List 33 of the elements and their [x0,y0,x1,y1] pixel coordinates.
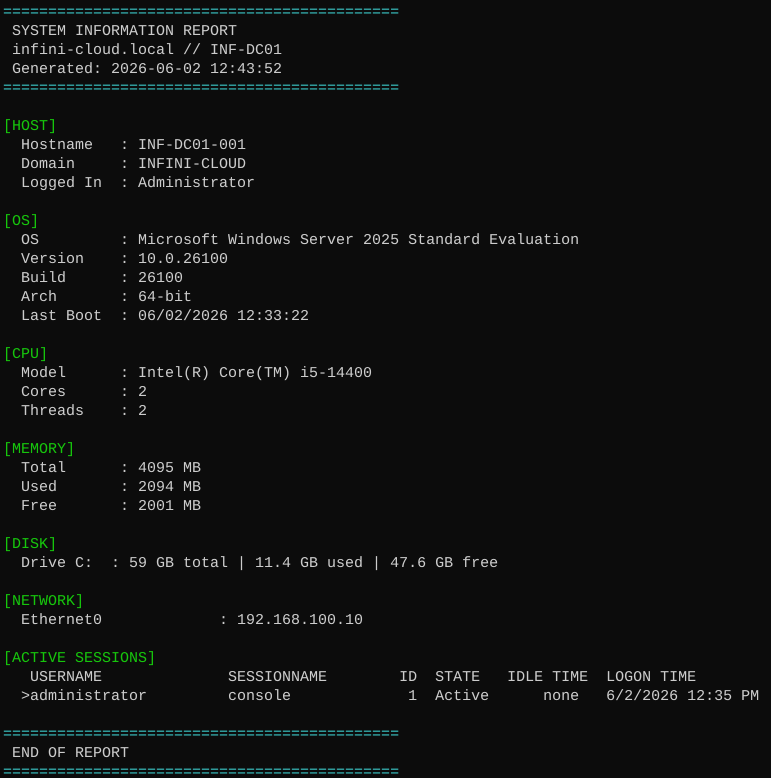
output-line: Total : 4095 MB [20,459,202,478]
output-line: USERNAME SESSIONNAME ID STATE IDLE TIME LOGON TIME [29,668,696,687]
output-line: Build : 26100 [20,269,184,288]
separator-line: ============================================ [3,79,400,98]
output-line: >administrator console 1 Active none 6/2/2026 12:35 PM [20,687,760,706]
output-line: Ethernet0 : 192.168.100.10 [20,611,364,630]
output-line: Used : 2094 MB [20,478,202,497]
output-line: Version : 10.0.26100 [20,250,228,269]
output-line: END OF REPORT [11,744,130,763]
output-line: infini-cloud.local // INF-DC01 [11,41,282,60]
output-line: OS : Microsoft Windows Server 2025 Standard Evaluation [20,231,580,250]
output-line: Threads : 2 [20,402,148,421]
output-line: SYSTEM INFORMATION REPORT [11,22,238,41]
output-line: Last Boot : 06/02/2026 12:33:22 [20,307,310,326]
output-line: Drive C: : 59 GB total | 11.4 GB used | 47.6 GB free [20,554,498,573]
separator-line: ============================================ [3,763,400,778]
separator-line: ============================================ [3,725,400,744]
output-line: Cores : 2 [20,383,148,402]
output-line: Generated: 2026-06-02 12:43:52 [11,60,282,79]
output-line: Arch : 64-bit [20,288,192,307]
separator-line: ============================================ [3,3,400,22]
section-heading: [NETWORK] [3,592,84,611]
section-heading: [CPU] [3,345,48,364]
section-heading: [DISK] [3,535,58,554]
output-line: Domain : INFINI-CLOUD [20,155,246,174]
section-heading: [HOST] [3,117,58,136]
output-line: Hostname : INF-DC01-001 [20,136,246,155]
output-line: Model : Intel(R) Core(TM) i5-14400 [20,364,372,383]
section-heading: [OS] [3,212,40,231]
output-line: Logged In : Administrator [20,174,256,193]
output-line: Free : 2001 MB [20,497,202,516]
section-heading: [MEMORY] [3,440,76,459]
section-heading: [ACTIVE SESSIONS] [3,649,156,668]
